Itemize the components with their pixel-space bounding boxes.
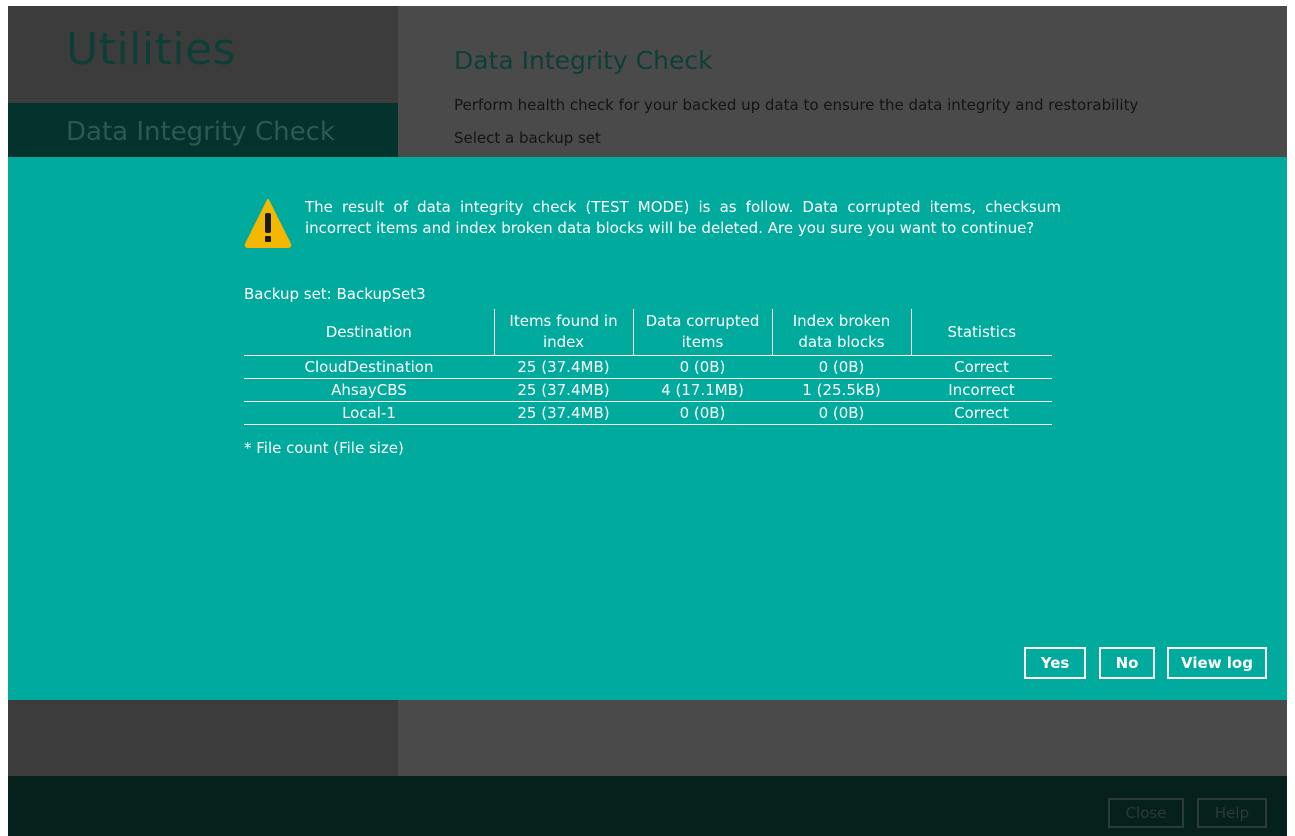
page-description: Perform health check for your backed up … <box>454 96 1139 114</box>
table-cell: 0 (0B) <box>633 355 772 379</box>
close-button[interactable]: Close <box>1108 798 1184 828</box>
table-row: CloudDestination 25 (37.4MB) 0 (0B) 0 (0… <box>244 355 1052 379</box>
footer-bar: Close Help <box>8 776 1287 836</box>
sidebar-title: Utilities <box>66 24 237 75</box>
table-row: Local-1 25 (37.4MB) 0 (0B) 0 (0B) Correc… <box>244 401 1052 425</box>
column-header: Destination <box>244 309 494 356</box>
help-button[interactable]: Help <box>1197 798 1267 828</box>
results-table: Destination Items found in index Data co… <box>244 309 1052 425</box>
table-cell: 1 (25.5kB) <box>772 378 911 402</box>
table-cell: 4 (17.1MB) <box>633 378 772 402</box>
table-cell: 25 (37.4MB) <box>494 401 633 425</box>
table-cell: Incorrect <box>911 378 1052 402</box>
table-row: AhsayCBS 25 (37.4MB) 4 (17.1MB) 1 (25.5k… <box>244 378 1052 402</box>
table-cell: 25 (37.4MB) <box>494 355 633 379</box>
table-cell: Local-1 <box>244 401 494 425</box>
table-cell: Correct <box>911 355 1052 379</box>
no-button[interactable]: No <box>1099 647 1155 679</box>
confirm-dialog: The result of data integrity check (TEST… <box>8 157 1287 700</box>
table-cell: AhsayCBS <box>244 378 494 402</box>
backup-set-label: Backup set: BackupSet3 <box>244 285 426 303</box>
table-header-row: Destination Items found in index Data co… <box>244 309 1052 356</box>
table-footnote: * File count (File size) <box>244 439 404 457</box>
sidebar-item-label: Data Integrity Check <box>66 117 335 147</box>
warning-icon <box>244 199 292 248</box>
column-header: Items found in index <box>493 309 633 356</box>
table-cell: 0 (0B) <box>633 401 772 425</box>
yes-button[interactable]: Yes <box>1024 647 1086 679</box>
column-header: Statistics <box>910 309 1052 356</box>
column-header: Index broken data blocks <box>771 309 911 356</box>
sidebar-item-data-integrity-check[interactable]: Data Integrity Check <box>8 103 398 161</box>
app-window: Utilities Data Integrity Check Data Inte… <box>8 6 1287 836</box>
dialog-message: The result of data integrity check (TEST… <box>305 198 1061 237</box>
table-cell: 0 (0B) <box>772 355 911 379</box>
table-cell: Correct <box>911 401 1052 425</box>
view-log-button[interactable]: View log <box>1167 647 1267 679</box>
table-cell: 25 (37.4MB) <box>494 378 633 402</box>
column-header: Data corrupted items <box>632 309 772 356</box>
table-cell: CloudDestination <box>244 355 494 379</box>
table-cell: 0 (0B) <box>772 401 911 425</box>
backup-set-select-label: Select a backup set <box>454 129 601 147</box>
page-title: Data Integrity Check <box>454 46 713 75</box>
